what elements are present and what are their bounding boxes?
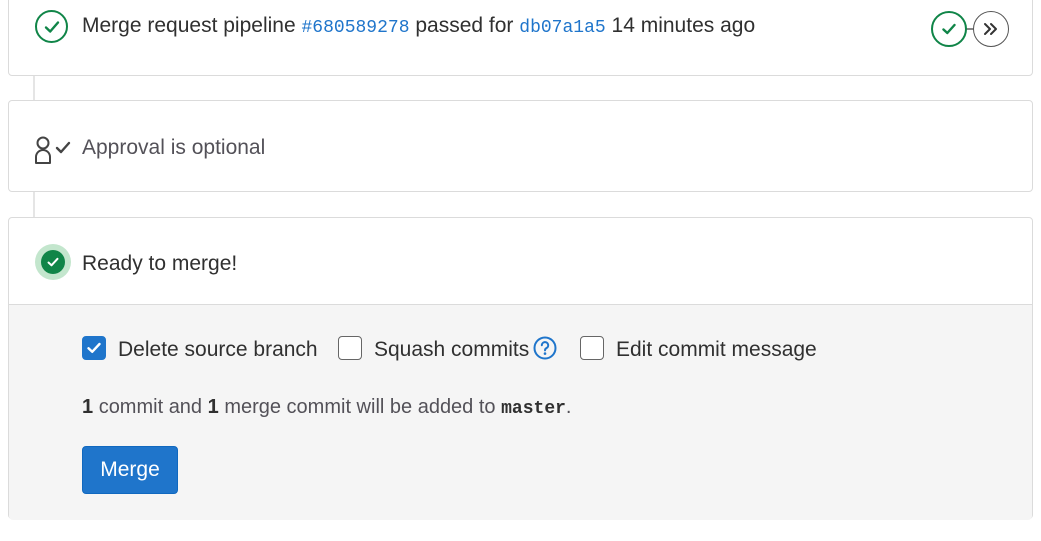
pipeline-id-link[interactable]: #680589278 <box>301 18 409 38</box>
ready-status-icon <box>35 244 71 280</box>
pipeline-status-text: Merge request pipeline #680589278 passed… <box>82 14 755 38</box>
question-circle-icon[interactable] <box>533 336 557 365</box>
squash-commits-checkbox[interactable] <box>338 336 362 360</box>
timeline-connector <box>33 76 35 100</box>
pipeline-status-icon[interactable] <box>35 10 68 43</box>
edit-commit-message-checkbox[interactable] <box>580 336 604 360</box>
check-icon <box>942 23 956 35</box>
approval-text: Approval is optional <box>82 136 266 159</box>
commit-count: 1 <box>82 396 94 418</box>
check-circle-icon <box>41 250 65 274</box>
pipeline-passed-for: passed for <box>415 14 514 37</box>
check-icon <box>87 342 101 353</box>
merge-commit-count: 1 <box>207 396 219 418</box>
check-icon <box>47 257 59 267</box>
timeline-connector <box>33 192 35 217</box>
delete-source-branch-label[interactable]: Delete source branch <box>118 338 318 362</box>
commit-summary: 1 commit and 1 merge commit will be adde… <box>82 396 571 419</box>
commit-summary-suffix: merge commit will be added to <box>224 396 496 418</box>
commit-sha-link[interactable]: db07a1a5 <box>519 18 605 38</box>
check-icon <box>44 20 59 33</box>
delete-source-branch-checkbox[interactable] <box>82 336 106 360</box>
edit-commit-message-label[interactable]: Edit commit message <box>616 338 817 362</box>
pipeline-time-ago: 14 minutes ago <box>611 14 756 37</box>
squash-commits-label[interactable]: Squash commits <box>374 338 529 362</box>
approval-user-check-icon <box>35 136 71 164</box>
pipeline-label: Merge request pipeline <box>82 14 296 37</box>
commit-and-text: commit and <box>98 396 203 418</box>
merge-button[interactable]: Merge <box>82 446 178 494</box>
ready-to-merge-title: Ready to merge! <box>82 252 238 275</box>
approval-widget: Approval is optional <box>8 100 1033 192</box>
merge-options-panel: Delete source branch Squash commits Edit… <box>9 304 1032 520</box>
merge-widget: Ready to merge! Delete source branch Squ… <box>8 217 1033 520</box>
stage-passed[interactable] <box>931 11 967 47</box>
target-branch: master <box>501 399 566 419</box>
chevrons-right-icon <box>984 23 997 35</box>
pipeline-widget: Merge request pipeline #680589278 passed… <box>8 0 1033 76</box>
stage-downstream[interactable] <box>973 11 1009 47</box>
commit-summary-period: . <box>565 396 572 418</box>
